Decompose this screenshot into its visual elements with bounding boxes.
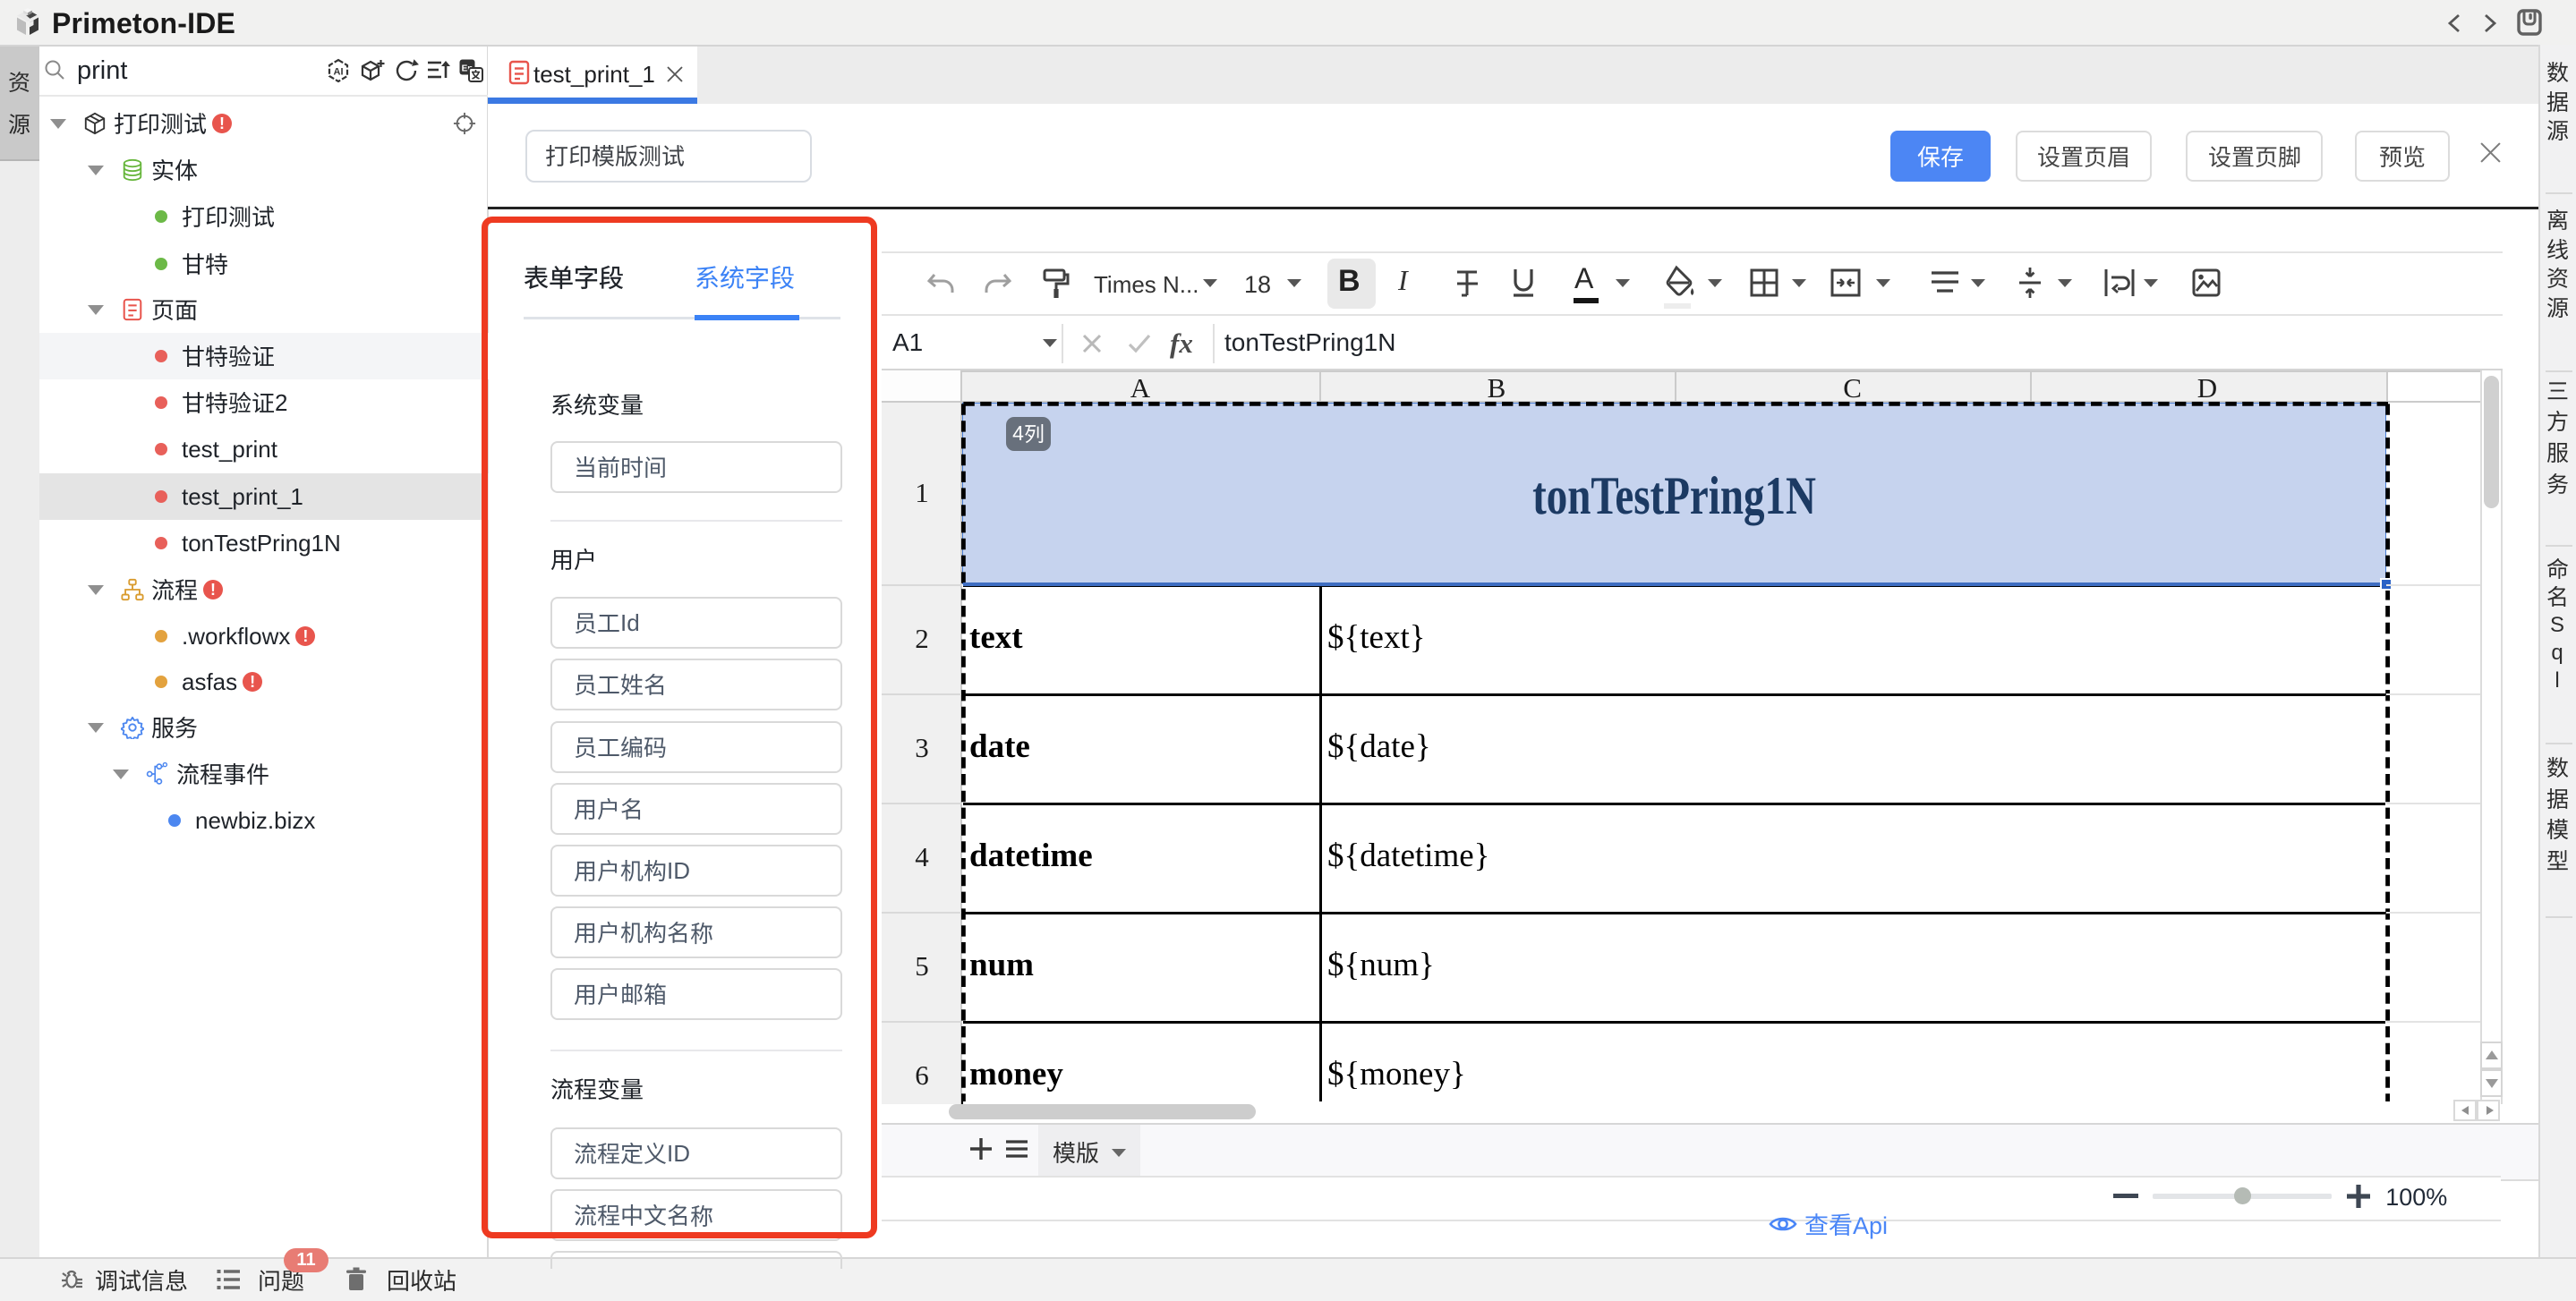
svg-text:AI: AI <box>334 67 344 78</box>
